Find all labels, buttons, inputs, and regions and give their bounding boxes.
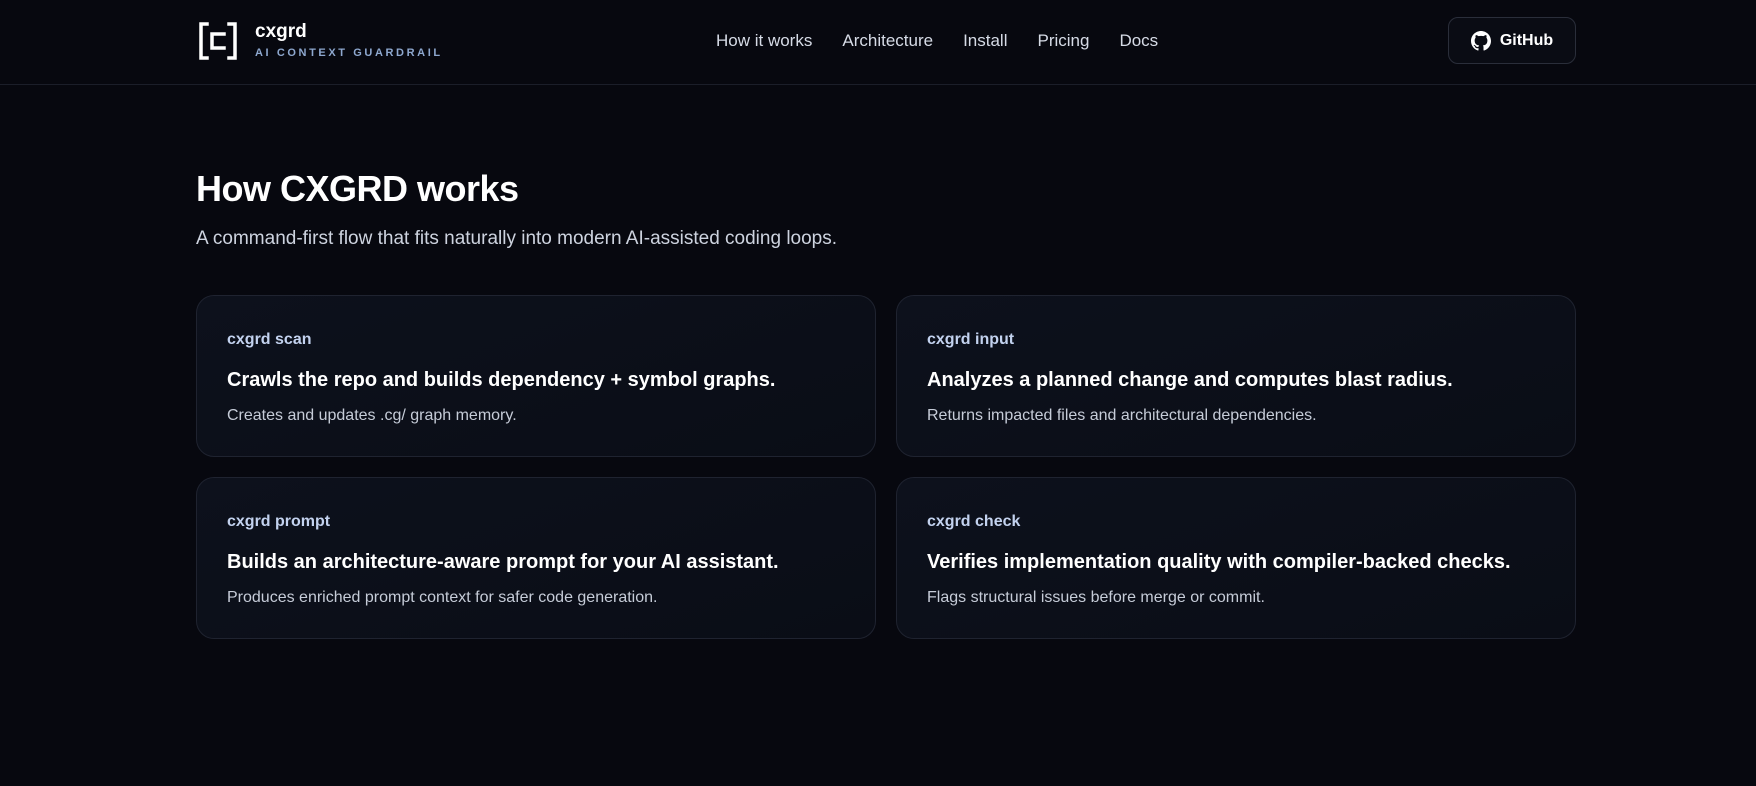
card-command: cxgrd scan <box>227 331 312 348</box>
section-subtitle: A command-first flow that fits naturally… <box>196 228 838 249</box>
nav-link-install[interactable]: Install <box>963 28 1007 54</box>
nav-link-architecture[interactable]: Architecture <box>842 28 933 54</box>
github-button[interactable]: GitHub <box>1448 17 1576 64</box>
primary-nav: How it works Architecture Install Pricin… <box>716 28 1188 54</box>
brand-home-link[interactable]: cxgrd AI CONTEXT GUARDRAIL <box>197 18 443 64</box>
card-command: cxgrd input <box>927 331 1015 348</box>
brand-name: cxgrd <box>255 21 307 42</box>
github-label: GitHub <box>1499 31 1554 49</box>
nav-link-docs[interactable]: Docs <box>1119 28 1158 54</box>
nav-link-pricing[interactable]: Pricing <box>1037 28 1089 54</box>
feature-card-input: cxgrd input Analyzes a planned change an… <box>896 295 1576 457</box>
feature-card-prompt: cxgrd prompt Builds an architecture-awar… <box>196 477 876 639</box>
bracket-c-logo-icon <box>197 20 239 62</box>
card-title: Analyzes a planned change and computes b… <box>927 369 1453 391</box>
card-description: Flags structural issues before merge or … <box>927 589 1265 606</box>
nav-link-how-it-works[interactable]: How it works <box>716 28 812 54</box>
brand-text: cxgrd AI CONTEXT GUARDRAIL <box>255 21 443 61</box>
github-icon <box>1470 30 1491 51</box>
section-title: How CXGRD works <box>196 168 519 209</box>
card-description: Returns impacted files and architectural… <box>927 407 1317 424</box>
card-title: Crawls the repo and builds dependency + … <box>227 369 776 391</box>
card-title: Builds an architecture-aware prompt for … <box>227 551 779 573</box>
feature-card-scan: cxgrd scan Crawls the repo and builds de… <box>196 295 876 457</box>
top-navbar: cxgrd AI CONTEXT GUARDRAIL How it works … <box>0 0 1756 85</box>
feature-card-check: cxgrd check Verifies implementation qual… <box>896 477 1576 639</box>
card-title: Verifies implementation quality with com… <box>927 551 1511 573</box>
card-command: cxgrd check <box>927 513 1021 530</box>
brand-tagline: AI CONTEXT GUARDRAIL <box>255 47 443 59</box>
card-description: Produces enriched prompt context for saf… <box>227 589 658 606</box>
card-description: Creates and updates .cg/ graph memory. <box>227 407 517 424</box>
card-command: cxgrd prompt <box>227 513 331 530</box>
